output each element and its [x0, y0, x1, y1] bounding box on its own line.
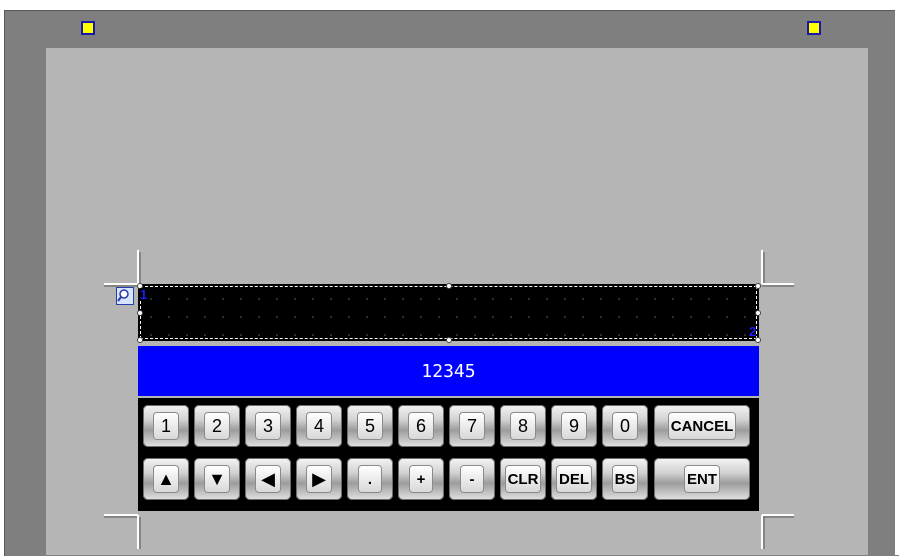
- key-down-arrow[interactable]: ▼: [194, 458, 240, 500]
- search-icon[interactable]: [116, 287, 134, 305]
- selection-handle[interactable]: [137, 310, 143, 316]
- value-bar: 12345: [138, 346, 759, 396]
- arrow-left-icon: ◀: [256, 466, 280, 492]
- value-text: 12345: [421, 360, 476, 382]
- key-0[interactable]: 0: [602, 405, 648, 447]
- key-3[interactable]: 3: [245, 405, 291, 447]
- selection-handle[interactable]: [446, 283, 452, 289]
- selection-handle[interactable]: [137, 337, 143, 343]
- key-9[interactable]: 9: [551, 405, 597, 447]
- backspace-button[interactable]: BS: [602, 458, 648, 500]
- end-marker: 2: [749, 324, 757, 339]
- key-left-arrow[interactable]: ◀: [245, 458, 291, 500]
- key-7[interactable]: 7: [449, 405, 495, 447]
- key-minus[interactable]: -: [449, 458, 495, 500]
- corner-mark-icon: [104, 514, 141, 549]
- resize-handle-icon[interactable]: [81, 21, 95, 35]
- canvas-edge: [895, 0, 899, 555]
- key-5[interactable]: 5: [347, 405, 393, 447]
- clear-button[interactable]: CLR: [500, 458, 546, 500]
- delete-button[interactable]: DEL: [551, 458, 597, 500]
- key-6[interactable]: 6: [398, 405, 444, 447]
- selection-handle[interactable]: [755, 310, 761, 316]
- key-1[interactable]: 1: [143, 405, 189, 447]
- key-2[interactable]: 2: [194, 405, 240, 447]
- arrow-right-icon: ▶: [307, 466, 331, 492]
- key-right-arrow[interactable]: ▶: [296, 458, 342, 500]
- resize-handle-icon[interactable]: [807, 21, 821, 35]
- start-marker: 1: [140, 287, 148, 302]
- selection-handle[interactable]: [446, 337, 452, 343]
- key-8[interactable]: 8: [500, 405, 546, 447]
- arrow-up-icon: ▲: [154, 466, 178, 492]
- selection-outline: [140, 286, 757, 339]
- keypad: 1 2 3 4 5 6 7 8 9 0 CANCEL ▲ ▼ ◀ ▶ . + -…: [138, 398, 759, 511]
- corner-mark-icon: [761, 514, 794, 549]
- arrow-down-icon: ▼: [205, 466, 229, 492]
- key-decimal[interactable]: .: [347, 458, 393, 500]
- key-up-arrow[interactable]: ▲: [143, 458, 189, 500]
- cancel-button[interactable]: CANCEL: [654, 405, 750, 447]
- key-plus[interactable]: +: [398, 458, 444, 500]
- key-4[interactable]: 4: [296, 405, 342, 447]
- selection-handle[interactable]: [755, 283, 761, 289]
- enter-button[interactable]: ENT: [654, 458, 750, 500]
